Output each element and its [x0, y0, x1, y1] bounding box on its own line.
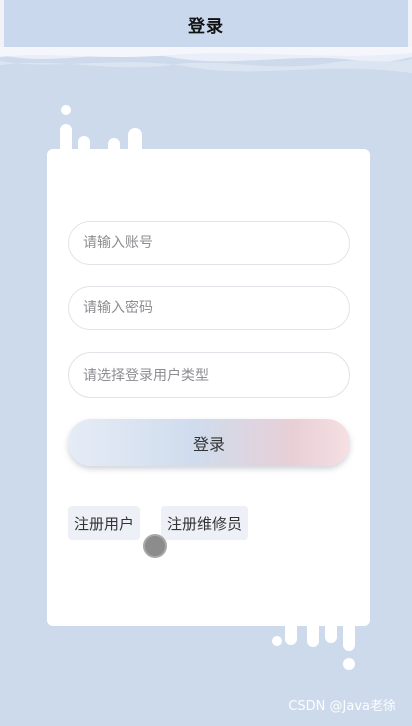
password-field[interactable]: [68, 286, 350, 330]
account-input[interactable]: [83, 235, 349, 251]
login-button[interactable]: 登录: [68, 419, 350, 466]
register-repairman-button[interactable]: 注册维修员: [161, 506, 249, 540]
login-page: 登录 请选择登录用户类型 登录 注册用户 注册维修员: [0, 0, 412, 726]
drip-decoration-bottom: [260, 588, 355, 670]
wave-decoration: [0, 47, 412, 73]
page-title: 登录: [188, 16, 224, 37]
user-type-select[interactable]: 请选择登录用户类型: [68, 352, 350, 398]
watermark-text: CSDN @Java老徐: [288, 699, 396, 714]
user-type-placeholder: 请选择登录用户类型: [83, 368, 209, 384]
nav-bar: 登录: [0, 0, 412, 48]
account-field[interactable]: [68, 221, 350, 265]
password-input[interactable]: [83, 300, 349, 316]
touch-indicator: [143, 534, 167, 558]
register-user-button[interactable]: 注册用户: [68, 506, 141, 540]
